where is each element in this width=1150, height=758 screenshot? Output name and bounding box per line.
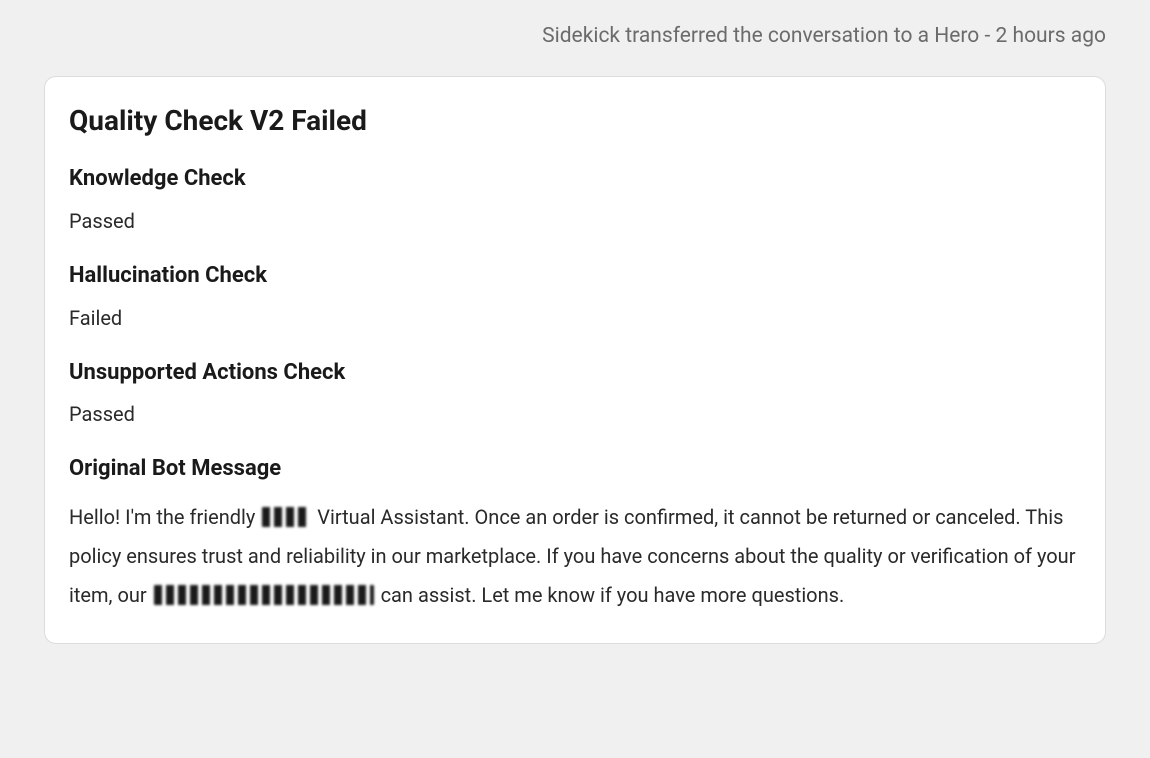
knowledge-check-value: Passed [69, 208, 1081, 234]
original-bot-message-body: Hello! I'm the friendly Virtual Assistan… [69, 498, 1081, 615]
quality-check-card: Quality Check V2 Failed Knowledge Check … [44, 76, 1106, 644]
hallucination-check-value: Failed [69, 305, 1081, 331]
unsupported-actions-check-heading: Unsupported Actions Check [69, 359, 1081, 388]
unsupported-actions-check-value: Passed [69, 401, 1081, 427]
card-title: Quality Check V2 Failed [69, 103, 1081, 139]
message-part-3: can assist. Let me know if you have more… [376, 583, 845, 607]
hallucination-check-heading: Hallucination Check [69, 262, 1081, 291]
transfer-status-text: Sidekick transferred the conversation to… [44, 0, 1106, 76]
knowledge-check-heading: Knowledge Check [69, 165, 1081, 194]
redacted-team-name [154, 585, 374, 605]
redacted-brand-name [262, 507, 310, 527]
page-container: Sidekick transferred the conversation to… [0, 0, 1150, 688]
original-bot-message-heading: Original Bot Message [69, 455, 1081, 484]
message-part-1: Hello! I'm the friendly [69, 505, 260, 529]
